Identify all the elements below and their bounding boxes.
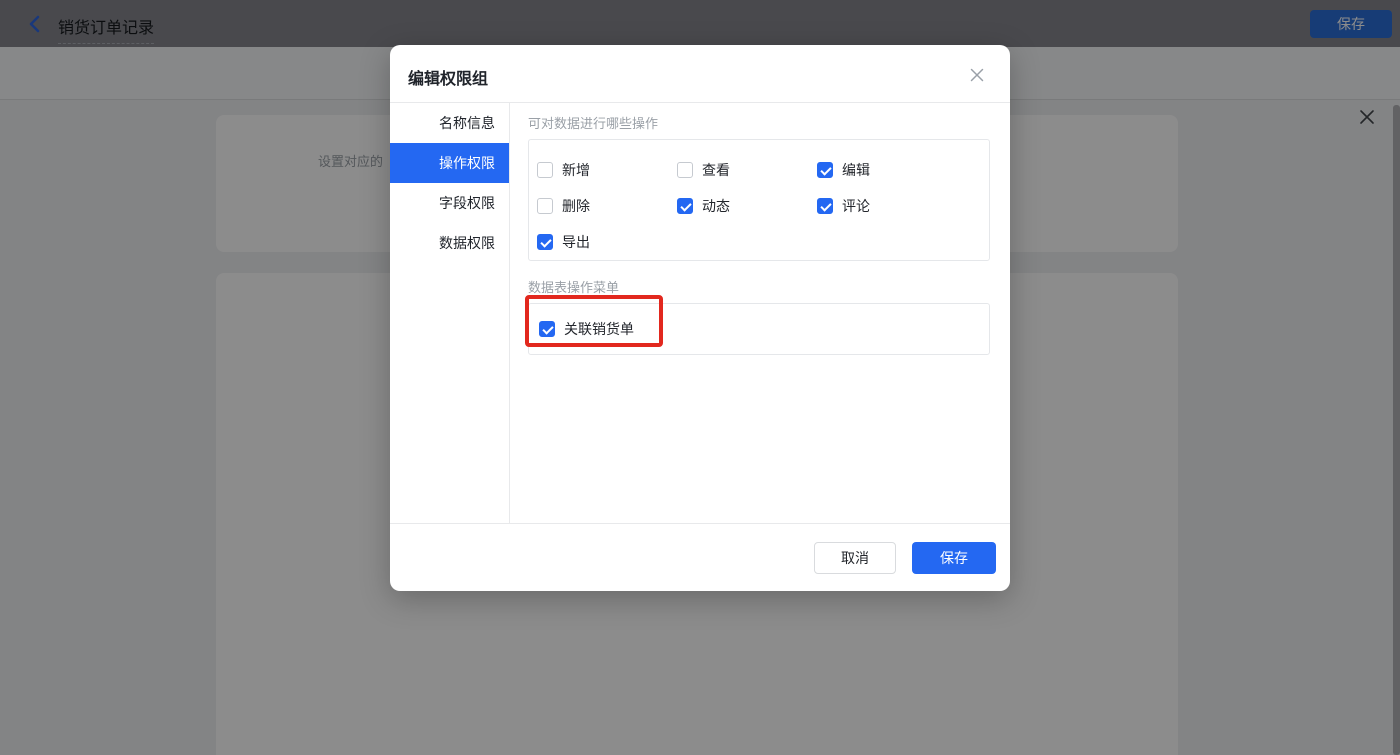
checkbox-label: 导出 [562,234,590,250]
checkbox[interactable] [539,321,555,337]
checkbox[interactable] [817,198,833,214]
checkbox-item-linked-sales-order[interactable]: 关联销货单 [539,311,634,347]
checkbox-item-activity[interactable]: 动态 [677,188,817,224]
checkbox[interactable] [537,234,553,250]
checkbox-item-edit[interactable]: 编辑 [817,152,957,188]
cancel-button[interactable]: 取消 [814,541,896,574]
checkbox-label: 关联销货单 [564,321,634,337]
operations-checkbox-group: 新增 查看 编辑 删除 动态 评论 导出 [528,139,990,261]
app-root: 销货订单记录 保存 报表权限 设置对应的「 + 新建权限组 菜单 打印模版设置 … [0,0,1400,755]
checkbox-item-comment[interactable]: 评论 [817,188,957,224]
dialog-header: 编辑权限组 [390,45,1010,103]
dialog-content: 可对数据进行哪些操作 新增 查看 编辑 删除 动态 评论 导出 数据表操作菜单 … [510,103,1010,523]
checkbox[interactable] [817,162,833,178]
dialog-sidebar: 名称信息 操作权限 字段权限 数据权限 [390,103,510,523]
checkbox[interactable] [537,162,553,178]
table-menu-group-label: 数据表操作菜单 [528,280,620,295]
checkbox-item-delete[interactable]: 删除 [537,188,677,224]
checkbox-item-view[interactable]: 查看 [677,152,817,188]
checkbox-item-add[interactable]: 新增 [537,152,677,188]
checkbox[interactable] [677,162,693,178]
checkbox[interactable] [677,198,693,214]
tab-operation-permission[interactable]: 操作权限 [390,143,509,183]
checkbox-label: 查看 [702,162,730,178]
checkbox-label: 编辑 [842,162,870,178]
operations-group-label: 可对数据进行哪些操作 [528,116,659,131]
dialog-close-icon[interactable] [968,66,986,84]
tab-field-permission[interactable]: 字段权限 [390,183,509,223]
checkbox-label: 评论 [842,198,870,214]
checkbox[interactable] [537,198,553,214]
dialog-footer: 取消 保存 [390,523,1010,591]
checkbox-label: 新增 [562,162,590,178]
save-button[interactable]: 保存 [912,541,996,574]
edit-permission-group-dialog: 编辑权限组 名称信息 操作权限 字段权限 数据权限 可对数据进行哪些操作 新增 [390,45,1010,591]
dialog-body: 名称信息 操作权限 字段权限 数据权限 可对数据进行哪些操作 新增 查看 编辑 … [390,103,1010,523]
dialog-title: 编辑权限组 [408,71,489,88]
table-menu-checkbox-group: 关联销货单 [528,303,990,355]
checkbox-label: 动态 [702,198,730,214]
checkbox-label: 删除 [562,198,590,214]
tab-name-info[interactable]: 名称信息 [390,103,509,143]
tab-data-permission[interactable]: 数据权限 [390,223,509,263]
checkbox-item-export[interactable]: 导出 [537,224,677,260]
